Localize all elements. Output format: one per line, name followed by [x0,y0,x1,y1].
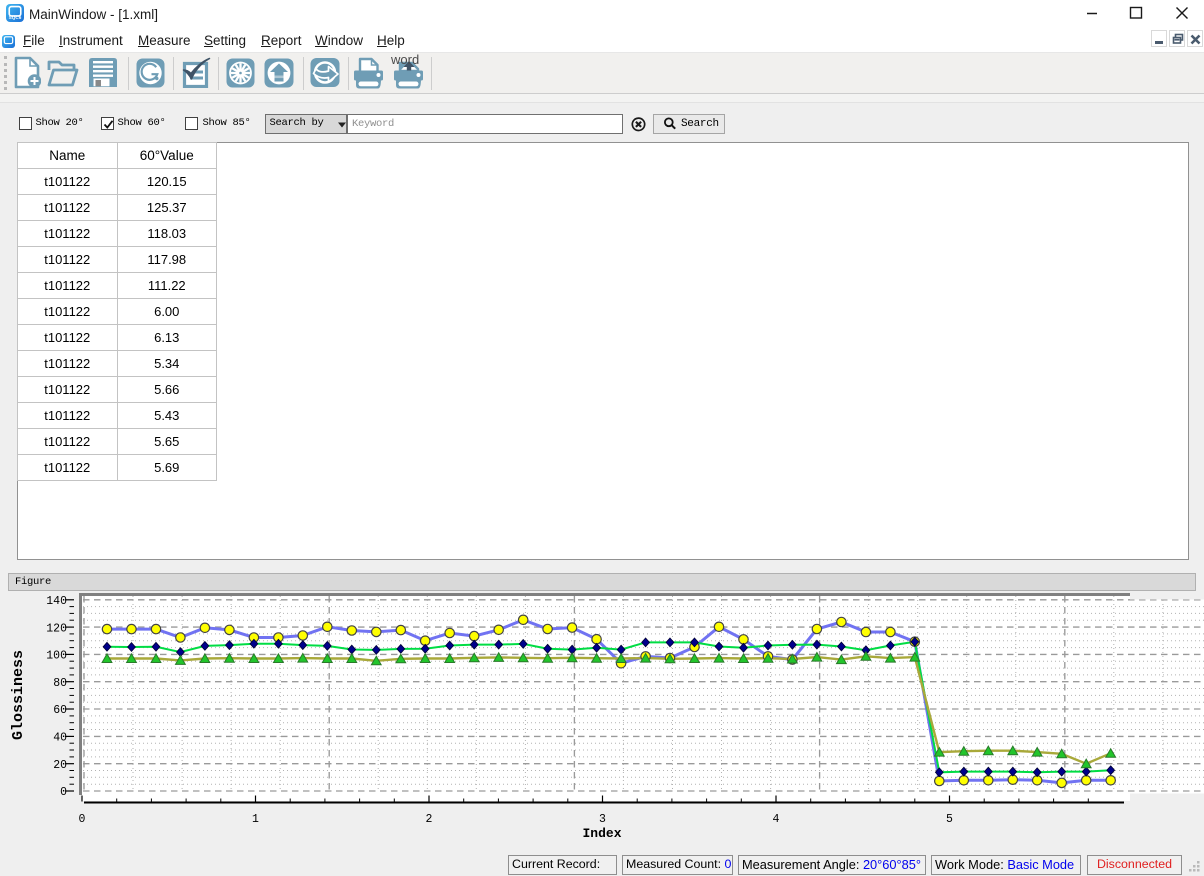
svg-text:140: 140 [46,595,67,608]
svg-text:0: 0 [79,813,86,826]
svg-text:20: 20 [53,759,67,772]
svg-text:Index: Index [582,826,621,841]
svg-text:0: 0 [60,786,67,799]
svg-text:60: 60 [53,704,67,717]
svg-text:Glossiness: Glossiness [10,650,27,740]
svg-text:1: 1 [252,813,259,826]
svg-text:SQC6: SQC6 [9,15,22,20]
svg-text:100: 100 [46,650,67,663]
svg-text:3: 3 [599,813,606,826]
svg-text:80: 80 [53,677,67,690]
svg-text:40: 40 [53,732,67,745]
svg-text:4: 4 [773,813,780,826]
svg-text:120: 120 [46,622,67,635]
svg-text:2: 2 [426,813,433,826]
svg-text:5: 5 [946,813,953,826]
